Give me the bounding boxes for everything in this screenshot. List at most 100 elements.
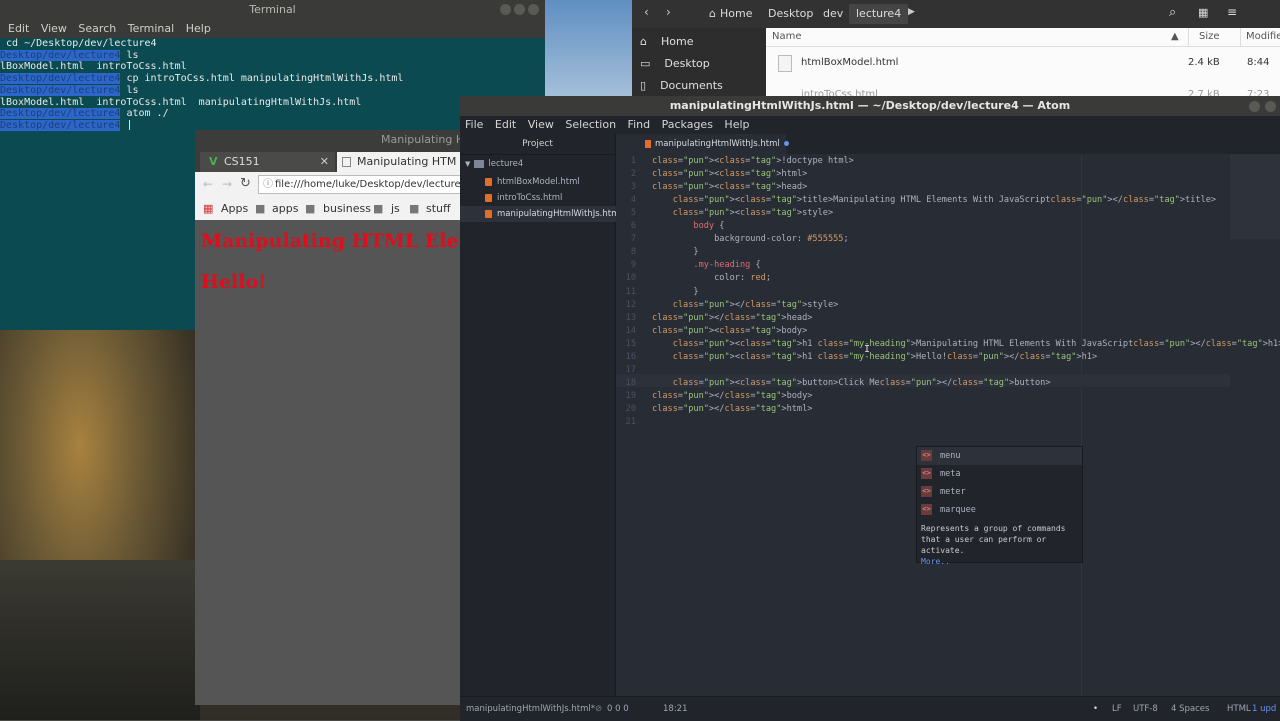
sidebar-item-desktop[interactable]: ▭ Desktop bbox=[640, 57, 710, 70]
status-grammar[interactable]: HTML bbox=[1227, 697, 1251, 721]
terminal-menu-search[interactable]: Search bbox=[78, 22, 116, 35]
autocomplete-item[interactable]: <> menu bbox=[917, 447, 1082, 465]
breadcrumb-dev[interactable]: dev bbox=[816, 4, 850, 24]
atom-window[interactable]: manipulatingHtmlWithJs.html — ~/Desktop/… bbox=[460, 96, 1280, 721]
chevron-down-icon: ▼ bbox=[465, 160, 471, 168]
terminal-menubar: Edit View Search Terminal Help bbox=[0, 20, 545, 38]
status-updates[interactable]: 1 upd bbox=[1252, 697, 1276, 721]
column-size[interactable]: Size bbox=[1199, 28, 1220, 46]
autocomplete-more-link[interactable]: More.. bbox=[921, 556, 1078, 567]
bookmark-apps[interactable]: Apps bbox=[221, 198, 248, 220]
wallpaper-water bbox=[0, 560, 200, 720]
home-icon: ⌂ bbox=[640, 35, 647, 48]
sort-up-icon[interactable]: ▲ bbox=[1171, 28, 1179, 46]
status-problems[interactable]: 0 0 0 bbox=[607, 697, 629, 721]
documents-icon: ▯ bbox=[640, 79, 647, 92]
line-number: 8 bbox=[630, 247, 636, 258]
terminal-line: cd ~/Desktop/dev/lecture4 bbox=[6, 38, 157, 49]
tree-folder-lecture4[interactable]: ▼ lecture4 bbox=[460, 156, 615, 172]
terminal-window-controls[interactable] bbox=[497, 4, 539, 16]
code-line: class="pun"></class="tag">html> bbox=[652, 403, 813, 414]
terminal-menu-terminal[interactable]: Terminal bbox=[128, 22, 175, 35]
menu-packages[interactable]: Packages bbox=[662, 118, 713, 131]
menu-selection[interactable]: Selection bbox=[565, 118, 616, 131]
column-modified[interactable]: Modified bbox=[1239, 28, 1280, 46]
file-list-header: Name ▲ Size Modified bbox=[766, 28, 1280, 47]
code-line: body { bbox=[693, 221, 725, 232]
terminal-menu-help[interactable]: Help bbox=[186, 22, 211, 35]
menu-find[interactable]: Find bbox=[628, 118, 651, 131]
code-line: class="pun"><class="tag">body> bbox=[652, 325, 808, 336]
status-bar: manipulatingHtmlWithJs.html* ⊘ 0 0 0 18:… bbox=[460, 696, 1280, 721]
editor-pane[interactable]: manipulatingHtmlWithJs.html 1 class="pun"… bbox=[616, 134, 1280, 696]
sidebar-item-home[interactable]: ⌂ Home bbox=[640, 35, 693, 48]
code-line: class="pun"></class="tag">body> bbox=[652, 390, 813, 401]
line-number: 17 bbox=[625, 364, 636, 375]
status-cursor[interactable]: 18:21 bbox=[663, 697, 688, 721]
autocomplete-item[interactable]: <> meter bbox=[917, 483, 1082, 501]
menu-file[interactable]: File bbox=[465, 118, 483, 131]
editor-tab-active[interactable]: manipulatingHtmlWithJs.html bbox=[616, 134, 789, 154]
menu-help[interactable]: Help bbox=[724, 118, 749, 131]
table-row[interactable]: htmlBoxModel.html 2.4 kB 8:44 bbox=[766, 50, 1280, 76]
breadcrumb-desktop[interactable]: Desktop bbox=[761, 4, 820, 24]
code-line: color: red; bbox=[714, 273, 772, 284]
autocomplete-item[interactable]: <> meta bbox=[917, 465, 1082, 483]
bookmark-business[interactable]: business bbox=[323, 198, 371, 220]
menu-view[interactable]: View bbox=[528, 118, 554, 131]
code-area[interactable]: 1 class="pun"><class="tag">!doctype html>… bbox=[616, 154, 1280, 696]
code-line: class="pun"><class="tag">style> bbox=[672, 208, 834, 219]
status-indent[interactable]: 4 Spaces bbox=[1171, 697, 1209, 721]
minimize-icon[interactable] bbox=[500, 4, 511, 15]
tree-file-htmlboxmodel[interactable]: htmlBoxModel.html bbox=[460, 174, 640, 190]
address-bar[interactable]: ⓘ file:///home/luke/Desktop/dev/lecture4… bbox=[258, 175, 475, 194]
autocomplete-item[interactable]: <> marquee bbox=[917, 501, 1082, 519]
status-line-ending[interactable]: LF bbox=[1112, 697, 1122, 721]
forward-icon[interactable]: › bbox=[666, 5, 671, 19]
browser-tabstrip: V CS151 ✕ Manipulating HTM bbox=[195, 150, 477, 172]
code-line: class="pun"></class="tag">head> bbox=[652, 312, 813, 323]
browser-tab-manipulating[interactable]: Manipulating HTM bbox=[337, 152, 477, 172]
bookmark-js[interactable]: js bbox=[391, 198, 400, 220]
browser-tab-cs151[interactable]: V CS151 ✕ bbox=[200, 152, 335, 172]
browser-window[interactable]: Manipulating HT V CS151 ✕ Manipulating H… bbox=[195, 130, 491, 705]
sidebar-item-documents[interactable]: ▯ Documents bbox=[640, 79, 723, 92]
column-name[interactable]: Name bbox=[772, 28, 802, 46]
file-manager-header: ‹ › ⌂ Home Desktop dev lecture4 ▶ ⌕ ▦ ≡ bbox=[632, 0, 1280, 28]
file-manager-window[interactable]: ‹ › ⌂ Home Desktop dev lecture4 ▶ ⌕ ▦ ≡ ⌂… bbox=[632, 0, 1280, 100]
file-list: Name ▲ Size Modified htmlBoxModel.html 2… bbox=[766, 28, 1280, 100]
bookmark-apps-folder[interactable]: apps bbox=[272, 198, 298, 220]
maximize-icon[interactable] bbox=[514, 4, 525, 15]
bookmark-stuff[interactable]: stuff bbox=[426, 198, 451, 220]
tree-file-manipulating[interactable]: manipulatingHtmlWithJs.html bbox=[460, 206, 640, 222]
menu-icon[interactable]: ≡ bbox=[1227, 5, 1237, 19]
html-file-icon bbox=[778, 55, 792, 72]
grid-view-icon[interactable]: ▦ bbox=[1198, 6, 1208, 19]
search-icon[interactable]: ⌕ bbox=[1169, 5, 1176, 20]
tag-icon: <> bbox=[921, 504, 932, 515]
autocomplete-popup[interactable]: <> menu <> meta <> meter <> marquee Represen… bbox=[916, 446, 1083, 566]
tree-file-introtocss[interactable]: introToCss.html bbox=[460, 190, 640, 206]
status-encoding[interactable]: UTF-8 bbox=[1133, 697, 1158, 721]
back-icon[interactable]: ← bbox=[203, 177, 213, 191]
minimap[interactable] bbox=[1230, 154, 1280, 239]
reload-icon[interactable]: ↻ bbox=[240, 176, 251, 191]
code-line: class="pun"><class="tag">head> bbox=[652, 182, 808, 193]
breadcrumb-lecture4[interactable]: lecture4 bbox=[849, 4, 909, 24]
menu-edit[interactable]: Edit bbox=[495, 118, 516, 131]
close-tab-icon[interactable]: ✕ bbox=[320, 152, 329, 172]
minimize-icon[interactable] bbox=[1249, 101, 1260, 112]
status-file[interactable]: manipulatingHtmlWithJs.html* bbox=[466, 697, 595, 721]
breadcrumb-home[interactable]: ⌂ Home bbox=[702, 4, 759, 24]
back-icon[interactable]: ‹ bbox=[644, 5, 649, 19]
close-icon[interactable] bbox=[528, 4, 539, 15]
forward-icon[interactable]: → bbox=[222, 177, 232, 191]
line-number: 16 bbox=[625, 351, 636, 362]
maximize-icon[interactable] bbox=[1265, 101, 1276, 112]
terminal-menu-view[interactable]: View bbox=[41, 22, 67, 35]
atom-title: manipulatingHtmlWithJs.html — ~/Desktop/… bbox=[460, 96, 1280, 116]
folder-icon: ■ bbox=[305, 202, 316, 215]
project-tab[interactable]: Project bbox=[460, 134, 615, 155]
chevron-right-icon[interactable]: ▶ bbox=[908, 7, 915, 17]
terminal-menu-edit[interactable]: Edit bbox=[8, 22, 29, 35]
